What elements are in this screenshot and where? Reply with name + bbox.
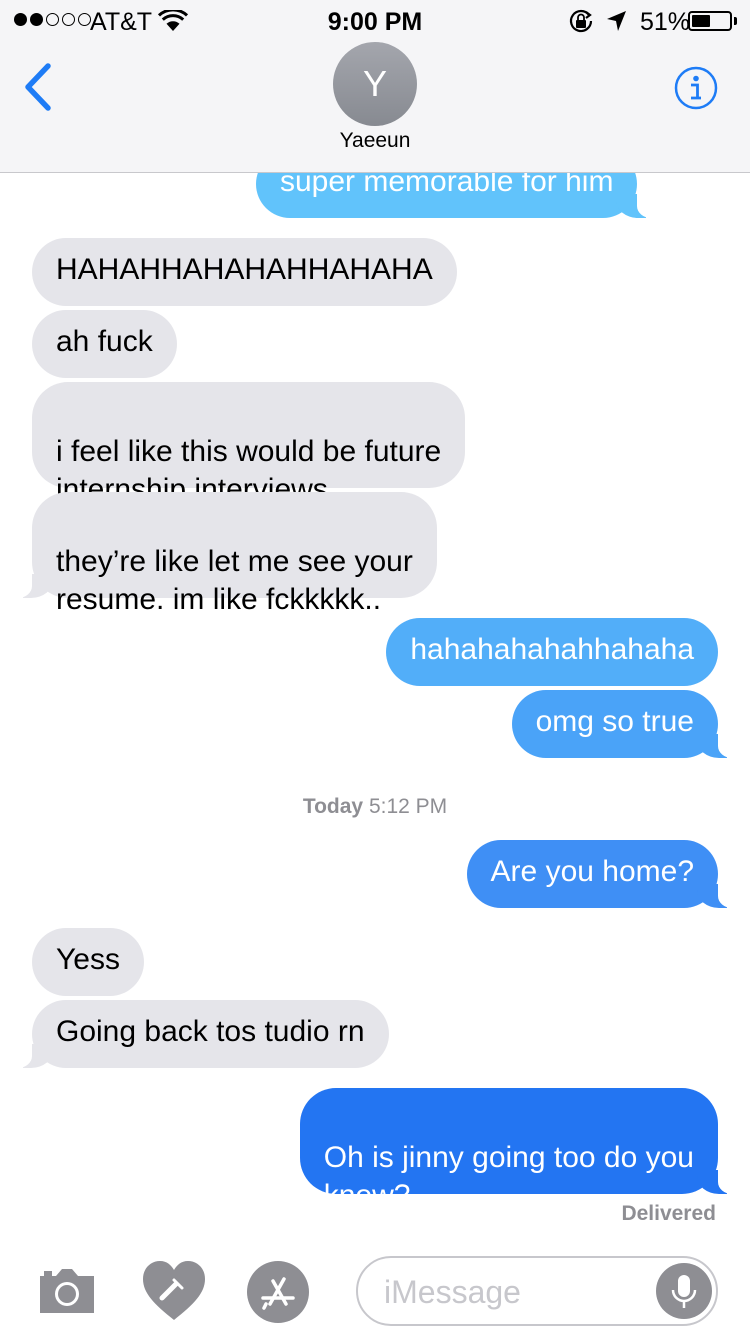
message-text: hahahahahahhahaha: [410, 633, 694, 666]
contact-name[interactable]: Yaeeun: [0, 129, 750, 153]
clock-time: 9:00 PM: [327, 8, 423, 36]
message-text: omg so true: [535, 705, 694, 738]
avatar[interactable]: Y: [333, 42, 417, 126]
microphone-glyph-icon: [671, 1275, 697, 1308]
battery-percent: 51%: [640, 8, 691, 36]
message-bubble-incoming[interactable]: i feel like this would be future interns…: [32, 382, 466, 506]
conversation-timestamp: Today 5:12 PM: [0, 795, 750, 819]
message-thread[interactable]: super memorable for him HAHAHHAHAHAHHAHA…: [0, 0, 750, 1240]
timestamp-time: 5:12 PM: [368, 795, 448, 818]
digital-touch-heart-icon[interactable]: [140, 1258, 208, 1324]
message-text: HAHAHHAHAHAHHAHAHA: [56, 253, 433, 286]
chevron-left-icon[interactable]: [18, 62, 58, 112]
rotation-lock-icon: [569, 9, 593, 33]
battery-icon: [688, 11, 732, 31]
message-text: Are you home?: [490, 855, 694, 888]
message-bubble-outgoing[interactable]: omg so true: [511, 690, 745, 758]
compose-bar: iMessage: [0, 1240, 750, 1334]
microphone-icon[interactable]: [656, 1263, 712, 1319]
message-bubble-outgoing[interactable]: hahahahahahhahaha: [386, 618, 718, 686]
info-icon[interactable]: [674, 66, 718, 110]
message-text: they’re like let me see your resume. im …: [56, 545, 413, 616]
delivered-status: Delivered: [621, 1202, 716, 1225]
avatar-initial: Y: [362, 63, 387, 104]
message-bubble-outgoing[interactable]: Oh is jinny going too do you know?: [299, 1088, 745, 1212]
conversation-header: AT&T 9:00 PM 51% Y Yaeeun: [0, 0, 750, 173]
message-bubble-outgoing[interactable]: Are you home?: [466, 840, 745, 908]
camera-icon[interactable]: [36, 1266, 98, 1316]
app-store-icon[interactable]: [246, 1260, 310, 1324]
status-bar: AT&T 9:00 PM 51%: [0, 0, 750, 40]
location-arrow-icon: [607, 11, 626, 31]
message-bubble-incoming[interactable]: they’re like let me see your resume. im …: [6, 492, 437, 616]
message-text: Yess: [56, 943, 120, 976]
message-bubble-incoming[interactable]: Yess: [32, 928, 144, 996]
timestamp-day: Today: [302, 795, 364, 818]
message-text: Going back tos tudio rn: [56, 1015, 365, 1048]
message-bubble-incoming[interactable]: Going back tos tudio rn: [6, 1000, 389, 1068]
message-bubble-incoming[interactable]: HAHAHHAHAHAHHAHAHA: [32, 238, 457, 306]
message-text: ah fuck: [56, 325, 153, 358]
imessage-placeholder: iMessage: [384, 1274, 521, 1310]
message-bubble-incoming[interactable]: ah fuck: [32, 310, 177, 378]
